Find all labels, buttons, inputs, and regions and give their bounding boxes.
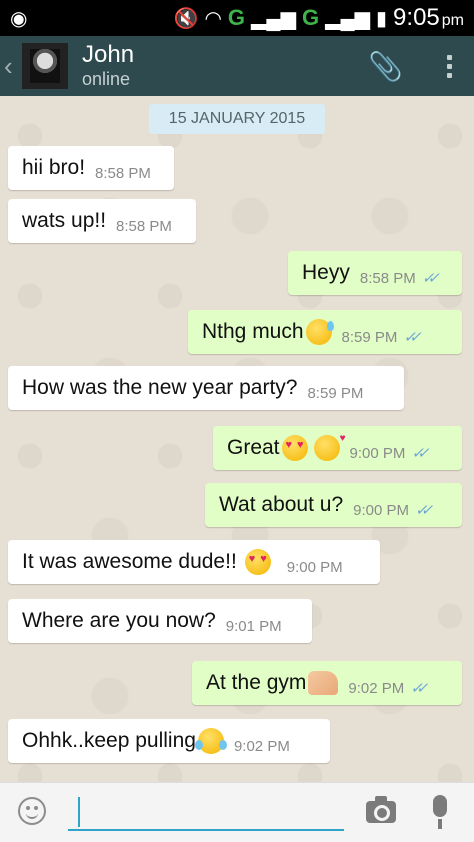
message-bubble-incoming[interactable]: It was awesome dude!! 9:00 PM — [8, 540, 380, 584]
status-bar: ◉ 🔇 ◠ G ▂▄▆ G ▂▄▆ ▮ 9:05 pm — [0, 0, 474, 36]
message-text: hii bro! — [22, 156, 86, 179]
message-time: 8:59 PM — [307, 384, 364, 402]
read-receipt-icon: ✓✓ — [403, 329, 421, 346]
heart-eyes-emoji-icon — [244, 549, 271, 575]
message-bubble-incoming[interactable]: How was the new year party? 8:59 PM — [8, 366, 404, 410]
message-bubble-outgoing[interactable]: Wat about u? 9:00 PM ✓✓ — [205, 483, 462, 527]
message-text: Heyy — [302, 261, 350, 284]
read-receipt-icon: ✓✓ — [421, 270, 440, 287]
heart-eyes-emoji-icon — [281, 435, 308, 461]
message-time: 8:58 PM — [116, 217, 172, 235]
message-text: It was awesome dude!! — [22, 550, 237, 573]
contact-name: John — [82, 41, 135, 68]
chat-header: ‹ John online 📎 — [0, 36, 474, 96]
message-bubble-outgoing[interactable]: Great 9:00 PM ✓✓ — [213, 426, 462, 470]
read-receipt-icon: ✓✓ — [411, 445, 429, 462]
message-input[interactable] — [68, 793, 344, 831]
text-cursor — [78, 797, 80, 827]
message-bubble-outgoing[interactable]: At the gym 9:02 PM ✓✓ — [192, 661, 462, 705]
message-text: Wat about u? — [219, 493, 344, 516]
signal-icon-1: ▂▄▆ — [251, 7, 296, 30]
mute-icon: 🔇 — [173, 7, 199, 30]
message-time: 9:02 PM — [348, 679, 405, 697]
message-time: 9:00 PM — [286, 558, 343, 576]
kiss-emoji-icon — [313, 433, 346, 461]
attach-paperclip-icon[interactable]: 📎 — [368, 50, 403, 83]
read-receipt-icon: ✓✓ — [410, 680, 428, 697]
message-text: wats up!! — [22, 209, 107, 232]
message-time: 8:58 PM — [95, 164, 151, 182]
read-receipt-icon: ✓✓ — [415, 502, 433, 519]
sweat-smile-emoji-icon — [305, 319, 334, 345]
avatar[interactable] — [22, 43, 68, 89]
chat-area[interactable]: 15 JANUARY 2015 hii bro! 8:58 PM wats up… — [0, 96, 474, 782]
compose-bar — [0, 782, 474, 842]
network-type-2: G — [301, 5, 320, 30]
message-time: 9:02 PM — [233, 737, 290, 755]
wifi-icon: ◠ — [204, 7, 222, 30]
app-notification-icon: ◉ — [10, 7, 28, 30]
message-text: Great — [227, 436, 280, 459]
camera-icon[interactable] — [366, 796, 396, 823]
message-time: 9:01 PM — [225, 617, 282, 635]
overflow-menu-icon[interactable] — [447, 54, 452, 78]
network-type-1: G — [227, 5, 246, 30]
mic-icon[interactable] — [433, 795, 447, 829]
message-text: Nthg much — [202, 320, 304, 343]
message-text: At the gym — [206, 671, 307, 694]
message-time: 9:00 PM — [349, 444, 406, 462]
message-text: Ohhk..keep pulling — [22, 729, 196, 752]
date-divider: 15 JANUARY 2015 — [149, 104, 325, 134]
message-time: 8:58 PM — [359, 269, 416, 287]
message-bubble-incoming[interactable]: Ohhk..keep pulling 9:02 PM — [8, 719, 330, 763]
message-bubble-incoming[interactable]: Where are you now? 9:01 PM — [8, 599, 312, 643]
battery-icon: ▮ — [376, 7, 388, 30]
contact-status: online — [82, 69, 131, 89]
back-chevron-icon[interactable]: ‹ — [4, 51, 18, 82]
message-bubble-outgoing[interactable]: Nthg much 8:59 PM ✓✓ — [188, 310, 462, 354]
message-bubble-incoming[interactable]: hii bro! 8:58 PM — [8, 146, 174, 190]
message-text: Where are you now? — [22, 609, 216, 632]
contact-info[interactable]: John online — [82, 42, 346, 90]
tears-of-joy-emoji-icon — [194, 728, 227, 754]
message-text: How was the new year party? — [22, 376, 298, 399]
smiley-icon[interactable] — [18, 797, 46, 825]
message-time: 8:59 PM — [341, 328, 398, 346]
message-bubble-outgoing[interactable]: Heyy 8:58 PM ✓✓ — [288, 251, 462, 295]
signal-icon-2: ▂▄▆ — [325, 7, 371, 30]
message-bubble-incoming[interactable]: wats up!! 8:58 PM — [8, 199, 196, 243]
clock: 9:05 pm — [393, 4, 464, 31]
flexed-biceps-emoji-icon — [308, 671, 339, 695]
message-time: 9:00 PM — [353, 501, 410, 519]
